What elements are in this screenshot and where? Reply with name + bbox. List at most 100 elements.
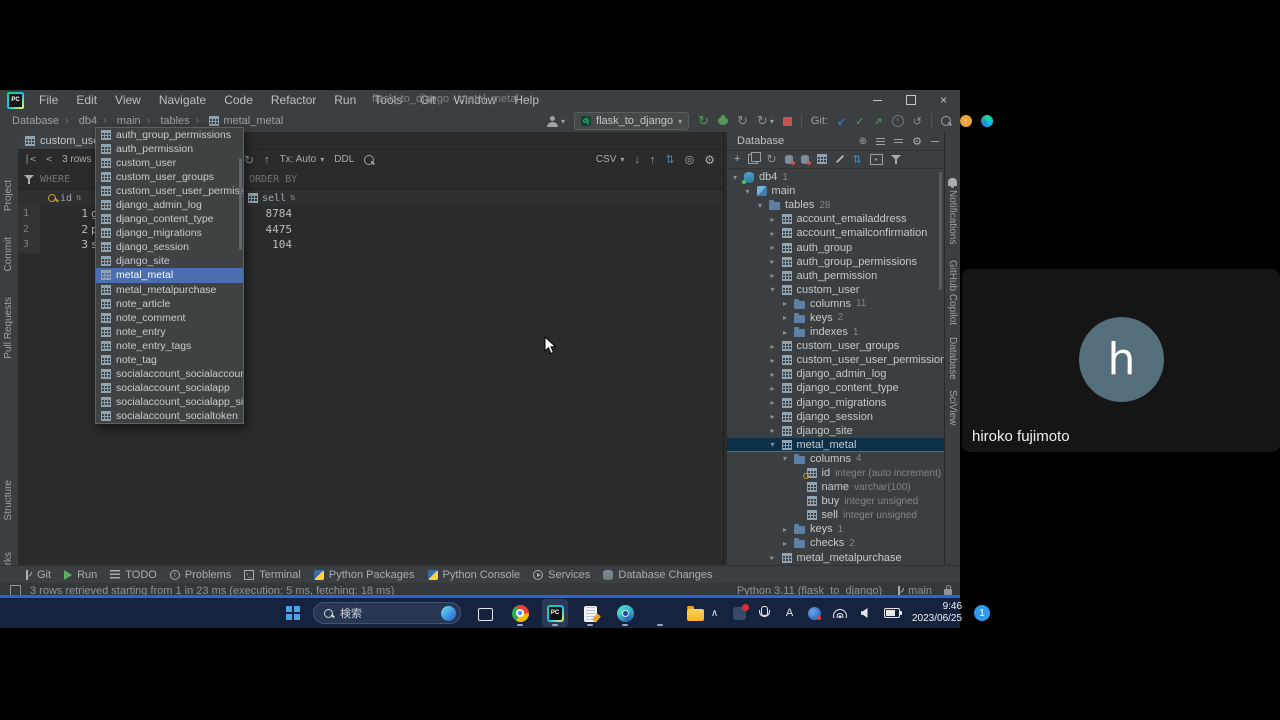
tree-expand-arrow[interactable]	[746, 187, 757, 196]
dropdown-item[interactable]: custom_user_user_permissions	[96, 184, 243, 198]
tree-expand-arrow[interactable]	[771, 257, 782, 266]
tree-row[interactable]: custom_user	[727, 283, 945, 297]
tree-row[interactable]: metal_metal	[727, 438, 945, 452]
tree-row[interactable]: django_admin_log	[727, 367, 945, 381]
search-everywhere-button[interactable]	[941, 116, 951, 126]
tree-row[interactable]: auth_permission	[727, 269, 945, 283]
new-item-icon[interactable]: +	[734, 153, 740, 165]
taskbar-app-button[interactable]	[507, 599, 533, 627]
locate-icon[interactable]: ⊕	[859, 136, 867, 147]
dropdown-item[interactable]: django_content_type	[96, 212, 243, 226]
history-button[interactable]	[892, 115, 904, 127]
dropdown-item[interactable]: django_session	[96, 240, 243, 254]
rollback-db-icon[interactable]	[801, 155, 809, 164]
tree-row[interactable]: keys 2	[727, 311, 945, 325]
tray-icon[interactable]	[708, 603, 721, 623]
dropdown-item[interactable]: django_admin_log	[96, 198, 243, 212]
cell-sell[interactable]: 8784	[245, 206, 292, 222]
tree-expand-arrow[interactable]	[758, 201, 769, 210]
tree-row[interactable]: main	[727, 184, 945, 198]
tree-expand-arrow[interactable]	[771, 384, 782, 393]
dropdown-item[interactable]: socialaccount_socialapp_sites	[96, 395, 243, 409]
tool-window-button[interactable]: Python Console	[428, 569, 521, 581]
tool-window-button[interactable]: Run	[64, 569, 97, 581]
dropdown-item[interactable]: note_article	[96, 297, 243, 311]
cell-sell[interactable]: 4475	[245, 222, 292, 238]
taskbar-app-button[interactable]	[577, 599, 603, 627]
submit-icon[interactable]: ↑	[264, 154, 270, 166]
taskbar-app-button[interactable]	[682, 599, 708, 627]
participant-tile[interactable]: h hiroko fujimoto	[962, 269, 1280, 452]
git-update-button[interactable]: ↙	[837, 115, 846, 128]
tray-icon[interactable]	[833, 603, 847, 623]
column-header-sell[interactable]: sell ⇅	[248, 190, 296, 206]
dropdown-item[interactable]: socialaccount_socialapp	[96, 381, 243, 395]
dropdown-scrollbar[interactable]	[239, 158, 242, 250]
tree-row[interactable]: account_emailaddress	[727, 212, 945, 226]
tree-row[interactable]: django_session	[727, 410, 945, 424]
breadcrumb-item[interactable]: main	[97, 115, 141, 127]
view-options-icon[interactable]: ◎	[685, 153, 695, 166]
tree-expand-arrow[interactable]	[771, 229, 782, 238]
tree-row[interactable]: metal_metalpurchase	[727, 551, 945, 565]
stop-button[interactable]	[783, 117, 792, 126]
menu-item[interactable]: Navigate	[152, 92, 213, 108]
tree-expand-arrow[interactable]	[771, 342, 782, 351]
dropdown-item[interactable]: django_migrations	[96, 226, 243, 240]
close-button[interactable]: ×	[927, 90, 960, 110]
first-page-button[interactable]: |<	[24, 154, 36, 165]
dropdown-item[interactable]: note_tag	[96, 353, 243, 367]
tree-row[interactable]: django_migrations	[727, 396, 945, 410]
tree-expand-arrow[interactable]	[771, 440, 782, 449]
column-header-id[interactable]: id ⇅	[48, 190, 81, 206]
stripe-project[interactable]: Project	[3, 180, 14, 211]
start-button-icon[interactable]	[286, 606, 292, 612]
restore-button[interactable]	[894, 90, 927, 110]
tree-expand-arrow[interactable]	[771, 243, 782, 252]
tree-row[interactable]: columns 4	[727, 452, 945, 466]
tree-expand-arrow[interactable]	[783, 328, 794, 337]
tray-icon[interactable]	[758, 603, 771, 623]
tree-row[interactable]: id integer (auto increment)	[727, 466, 945, 480]
dropdown-item[interactable]: auth_group_permissions	[96, 128, 243, 142]
tool-window-button[interactable]: Terminal	[244, 569, 301, 581]
stripe-sciview[interactable]: SciView	[947, 390, 958, 425]
refresh-icon[interactable]: ↻	[766, 152, 776, 166]
tool-window-button[interactable]: Git	[22, 569, 51, 581]
compare-icon[interactable]: ⇅	[665, 153, 674, 166]
tree-expand-arrow[interactable]	[771, 370, 782, 379]
dropdown-item[interactable]: metal_metalpurchase	[96, 283, 243, 297]
tree-row[interactable]: indexes 1	[727, 325, 945, 339]
import-icon[interactable]: ↑	[650, 154, 656, 166]
tray-icon[interactable]	[859, 603, 872, 623]
tree-row[interactable]: custom_user_user_permissions	[727, 353, 945, 367]
duplicate-icon[interactable]	[748, 154, 758, 164]
tree-expand-arrow[interactable]	[771, 553, 782, 562]
sort-icon[interactable]: ⇅	[76, 193, 81, 203]
dropdown-item[interactable]: auth_permission	[96, 142, 243, 156]
modify-icon[interactable]	[835, 155, 843, 163]
expand-all-icon[interactable]	[876, 138, 885, 145]
dropdown-item[interactable]: custom_user_groups	[96, 170, 243, 184]
settings-icon[interactable]: ⚙	[704, 153, 715, 167]
notifications-bell-icon[interactable]	[948, 178, 957, 186]
tray-icon[interactable]	[808, 603, 821, 623]
tray-icon[interactable]: A	[783, 603, 796, 623]
prev-page-button[interactable]: <	[46, 154, 52, 165]
tree-expand-arrow[interactable]	[771, 412, 782, 421]
tree-row[interactable]: auth_group	[727, 240, 945, 254]
cell-sell[interactable]: 104	[245, 237, 292, 253]
dropdown-item[interactable]: socialaccount_socialtoken	[96, 409, 243, 423]
breadcrumb-item[interactable]: Database	[12, 115, 59, 127]
tool-window-button[interactable]: Services	[533, 569, 590, 581]
tray-icon[interactable]	[884, 603, 900, 623]
cell-id[interactable]: 1	[40, 206, 88, 222]
panel-settings-icon[interactable]: ⚙	[912, 135, 922, 148]
profile-widget[interactable]: ▾	[547, 116, 565, 127]
menu-item[interactable]: Refactor	[264, 92, 323, 108]
tray-icon[interactable]	[733, 603, 746, 623]
tree-row[interactable]: tables 28	[727, 198, 945, 212]
tree-row[interactable]: db4 1	[727, 170, 945, 184]
tree-expand-arrow[interactable]	[783, 454, 794, 463]
order-by-field[interactable]: ORDER BY	[245, 170, 727, 189]
